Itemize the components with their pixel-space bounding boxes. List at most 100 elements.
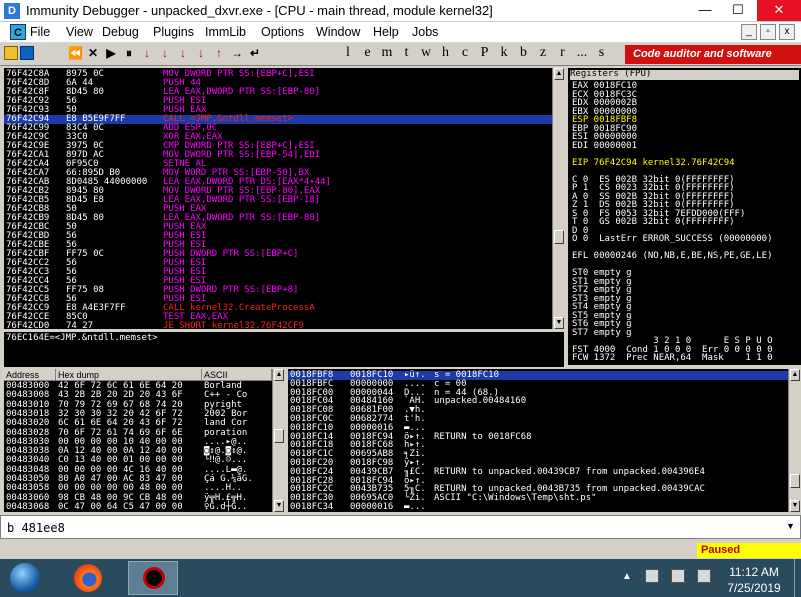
scroll-down-icon[interactable]: ▼	[554, 317, 564, 329]
toolbar-button-s[interactable]: s	[594, 45, 610, 61]
clock-date[interactable]: 7/25/2019	[724, 581, 784, 595]
dropdown-arrow-icon[interactable]: ▼	[786, 521, 795, 531]
disassembly-scrollbar[interactable]: ▲ ▼	[552, 68, 564, 329]
command-input[interactable]: b 481ee8	[7, 521, 65, 535]
scroll-thumb[interactable]	[274, 429, 284, 443]
registers-header[interactable]: Registers (FPU)	[570, 70, 799, 80]
rewind-icon[interactable]: ⏪	[68, 46, 83, 60]
disassembly-pane[interactable]: 76F42C8A 8975 0C MOV DWORD PTR SS:[EBP+C],…	[4, 68, 552, 329]
open-file-icon[interactable]	[4, 46, 18, 60]
network-icon[interactable]	[671, 569, 685, 583]
scroll-thumb[interactable]	[554, 230, 564, 244]
command-bar[interactable]: b 481ee8 ▼	[0, 515, 801, 539]
trace-over-icon[interactable]: ↓	[194, 46, 208, 60]
run-icon[interactable]: ▶	[104, 46, 118, 60]
abs menu[interactable]: Options	[261, 25, 304, 39]
toolbar-button-m[interactable]: m	[379, 45, 395, 61]
scroll-up-icon[interactable]: ▲	[274, 369, 284, 381]
flag-icon[interactable]	[645, 569, 659, 583]
dump-row[interactable]: 00483068 0C 47 00 64 C5 47 00 00 ♀G.d┼G..	[4, 501, 272, 512]
toolbar-button-e[interactable]: e	[360, 45, 376, 61]
stack-scrollbar[interactable]: ▲ ▼	[788, 369, 800, 512]
dump-col-ascii[interactable]: ASCII	[202, 369, 272, 381]
goto-icon[interactable]: →	[230, 46, 244, 60]
firefox-icon[interactable]	[74, 564, 102, 592]
abs menu[interactable]: Help	[373, 25, 399, 39]
disasm-row[interactable]: 76F42CC2 56 PUSH ESI	[4, 259, 552, 268]
toolbar-button-r[interactable]: r	[555, 45, 571, 61]
dump-row[interactable]: 00483020 6C 61 6E 64 20 43 6F 72 land Cor	[4, 419, 272, 428]
execute-till-return-icon[interactable]: ↑	[212, 46, 226, 60]
toolbar-button-moremoremore[interactable]: ...	[574, 45, 590, 61]
close-icon[interactable]: ✕	[86, 46, 100, 60]
step-over-icon[interactable]: ↓	[158, 46, 172, 60]
dump-row[interactable]: 00483058 00 00 00 00 00 48 00 00 ....H..	[4, 484, 272, 493]
toolbar-button-z[interactable]: z	[535, 45, 551, 61]
mdi-maximize-button[interactable]: ▫	[760, 24, 776, 40]
disasm-row[interactable]: 76F42CBF FF75 0C PUSH DWORD PTR SS:[EBP+C]	[4, 250, 552, 259]
dump-row[interactable]: 00483008 43 2B 2B 20 2D 20 43 6F C++ - Co	[4, 391, 272, 400]
stack-row[interactable]: 0018FC34 00000016 ▬...	[288, 503, 788, 512]
volume-icon[interactable]	[697, 569, 711, 583]
info-pane: 76EC164E=<JMP.&ntdll.memset>	[4, 332, 564, 367]
toolbar-button-h[interactable]: h	[438, 45, 454, 61]
disasm-row[interactable]: 76F42CC5 FF75 08 PUSH DWORD PTR SS:[EBP+8]	[4, 286, 552, 295]
scroll-down-icon[interactable]: ▼	[790, 500, 800, 512]
window-title: Immunity Debugger - unpacked_dxvr.exe - …	[26, 3, 493, 18]
toolbar-button-t[interactable]: t	[399, 45, 415, 61]
trace-into-icon[interactable]: ↓	[176, 46, 190, 60]
abs menu[interactable]: Plugins	[153, 25, 194, 39]
abs menu[interactable]: Jobs	[412, 25, 438, 39]
cpu-window-icon[interactable]: C	[10, 24, 26, 40]
abs menu[interactable]: Debug	[102, 25, 139, 39]
maximize-button[interactable]: ☐	[722, 0, 754, 21]
stack-pane[interactable]: 0018FBF8 0018FC10 ▸ü↑. s = 0018FC10 0018FBFC…	[288, 369, 788, 512]
toolbar-button-P[interactable]: P	[477, 45, 493, 61]
menu-bar: C File View Debug Plugins ImmLib Options Windo…	[0, 22, 801, 43]
dump-col-address[interactable]: Address	[4, 369, 56, 381]
pause-icon[interactable]: ⏸	[122, 46, 136, 61]
disasm-row[interactable]: 76F42CBD 56 PUSH ESI	[4, 232, 552, 241]
toolbar-button-k[interactable]: k	[496, 45, 512, 61]
start-button-icon[interactable]	[10, 563, 40, 593]
dump-col-hex[interactable]: Hex dump	[56, 369, 202, 381]
abs menu[interactable]: View	[66, 25, 93, 39]
scroll-down-icon[interactable]: ▼	[274, 500, 284, 512]
dump-scrollbar[interactable]: ▲ ▼	[272, 369, 284, 512]
save-icon[interactable]	[20, 46, 34, 60]
minimize-button[interactable]: —	[689, 0, 721, 21]
abs menu[interactable]: File	[30, 25, 50, 39]
disasm-row[interactable]: 76F42CC3 56 PUSH ESI	[4, 268, 552, 277]
disasm-row[interactable]: 76F42C92 56 PUSH ESI	[4, 97, 552, 106]
mdi-close-button[interactable]: x	[779, 24, 795, 40]
toolbar-button-l[interactable]: l	[340, 45, 356, 61]
dump-hex: 00 00 00 00 00 48 00 00	[58, 483, 183, 494]
toolbar-button-c[interactable]: c	[457, 45, 473, 61]
mdi-minimize-button[interactable]: _	[741, 24, 757, 40]
scroll-up-icon[interactable]: ▲	[554, 68, 564, 80]
dump-ascii: ....H..	[204, 483, 242, 494]
taskbar-debugger-item[interactable]	[128, 561, 178, 595]
step-into-icon[interactable]: ↓	[140, 46, 154, 60]
abs menu[interactable]: Window	[316, 25, 360, 39]
disasm-row[interactable]: 76F42CB5 8D45 E8 LEA EAX,DWORD PTR SS:[EBP…	[4, 196, 552, 205]
toolbar-button-w[interactable]: w	[418, 45, 434, 61]
show-hidden-icons[interactable]: ▲	[622, 571, 632, 582]
scroll-up-icon[interactable]: ▲	[790, 369, 800, 381]
close-button[interactable]: ✕	[757, 0, 801, 21]
registers-pane[interactable]: Registers (FPU) EAX 0018FC10 ECX 0018FC3C…	[568, 68, 801, 365]
advertisement-banner[interactable]: Code auditor and software assess	[625, 45, 801, 79]
toolbar-button-b[interactable]: b	[516, 45, 532, 61]
show-desktop-button[interactable]	[794, 559, 801, 597]
abs menu[interactable]: ImmLib	[205, 25, 246, 39]
disasm-row[interactable]: 76F42C8F 8D45 80 LEA EAX,DWORD PTR SS:[EBP…	[4, 88, 552, 97]
disasm-row[interactable]: 76F42CBC 50 PUSH EAX	[4, 223, 552, 232]
dump-address: 00483058	[6, 483, 50, 494]
disasm-row[interactable]: 76F42CB9 8D45 80 LEA EAX,DWORD PTR SS:[EBP…	[4, 214, 552, 223]
clock-time[interactable]: 11:12 AM	[724, 565, 784, 579]
dump-pane[interactable]: 00483000 42 6F 72 6C 61 6E 64 20 Borland 0…	[4, 381, 272, 512]
disasm-row[interactable]: 76F42CD0 74 27 JE SHORT kernel32.76F42CF9	[4, 322, 552, 330]
dump-address: 00483068	[6, 501, 50, 512]
scroll-thumb[interactable]	[790, 474, 800, 488]
restart-icon[interactable]: ↵	[248, 46, 262, 60]
